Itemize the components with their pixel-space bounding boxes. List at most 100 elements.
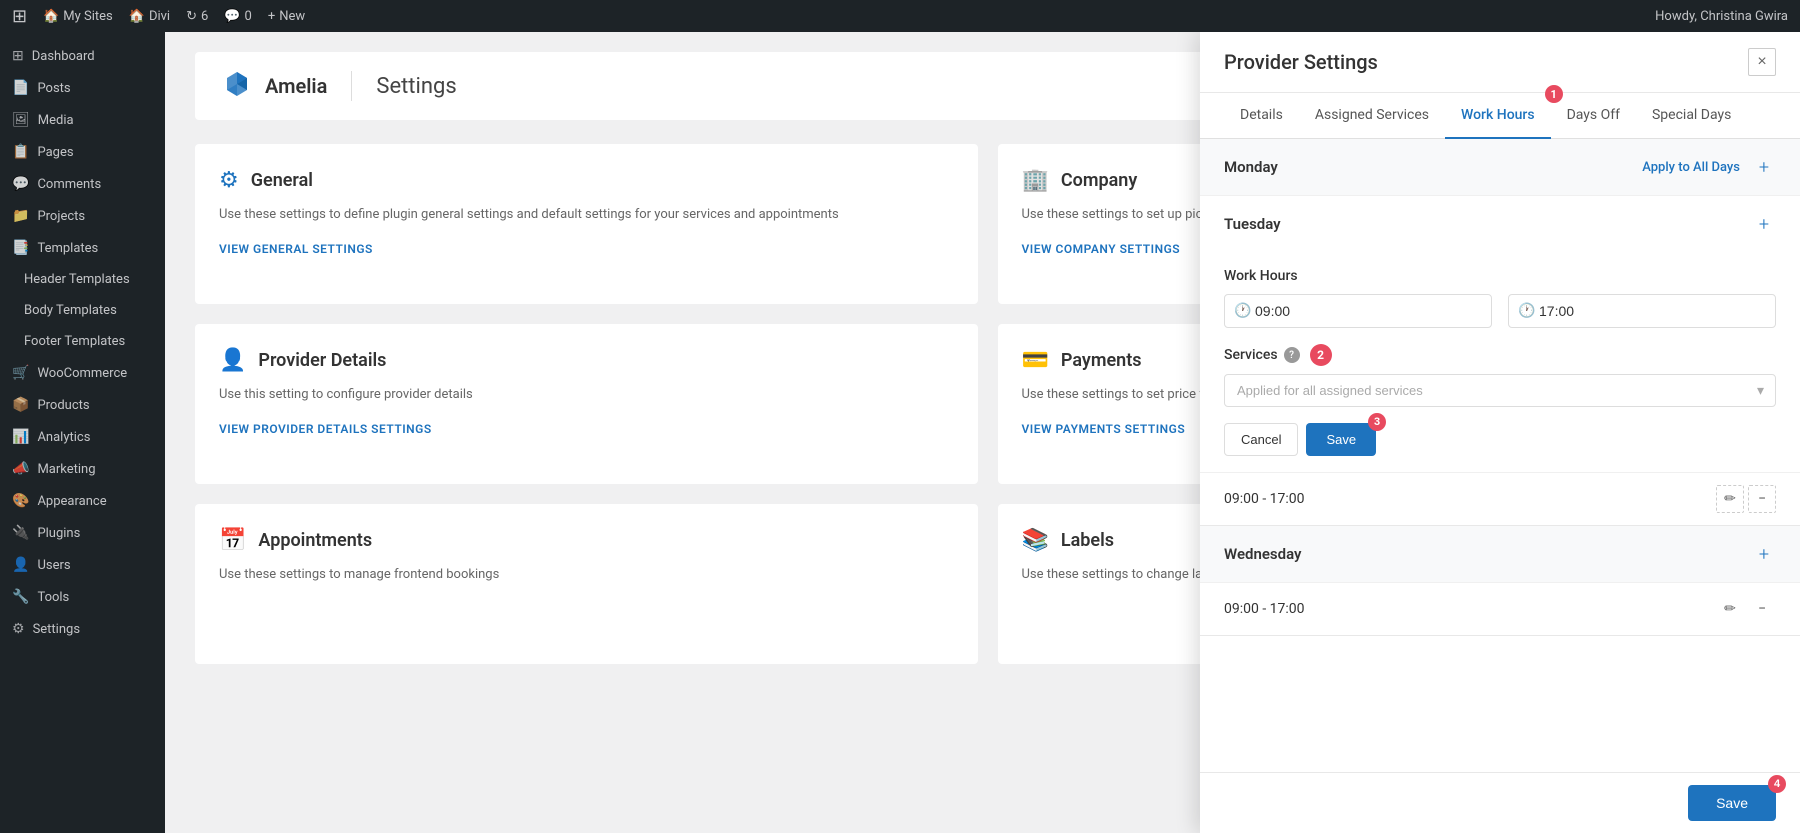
comments-icon: 💬 (224, 9, 240, 24)
services-select-wrap: Applied for all assigned services ▾ (1224, 374, 1776, 407)
woocommerce-icon: 🛒 (12, 365, 29, 381)
clock-start-icon: 🕐 (1234, 303, 1251, 319)
plugins-icon: 🔌 (12, 525, 29, 541)
media-icon: 🖼 (12, 112, 30, 128)
panel-tabs: Details Assigned Services Work Hours 1 D… (1200, 93, 1800, 139)
panel-save-button[interactable]: Save 4 (1688, 785, 1776, 821)
tuesday-add-button[interactable]: + (1752, 212, 1776, 236)
apply-all-days-link[interactable]: Apply to All Days (1642, 160, 1740, 175)
tuesday-label: Tuesday (1224, 215, 1281, 233)
admin-bar-comments[interactable]: 💬 0 (224, 9, 252, 24)
wednesday-slot-delete-button[interactable]: − (1748, 595, 1776, 623)
wednesday-add-button[interactable]: + (1752, 542, 1776, 566)
card-header-provider: 👤 Provider Details (219, 348, 954, 373)
company-icon: 🏢 (1022, 168, 1049, 193)
time-inputs: 🕐 🕐 (1224, 294, 1776, 328)
sidebar-item-marketing[interactable]: 📣 Marketing (0, 453, 165, 485)
sidebar-item-dashboard[interactable]: ⊞ Dashboard (0, 40, 165, 72)
tab-days-off[interactable]: Days Off (1551, 93, 1636, 139)
comments-nav-icon: 💬 (12, 176, 29, 192)
monday-slot-actions: ✏ − (1716, 485, 1776, 513)
general-title: General (251, 170, 313, 191)
monday-slot-delete-button[interactable]: − (1748, 485, 1776, 513)
appearance-icon: 🎨 (12, 493, 29, 509)
appointments-icon: 📅 (219, 528, 246, 553)
tab-assigned-services[interactable]: Assigned Services (1299, 93, 1445, 139)
monday-time-slot: 09:00 - 17:00 ✏ − (1200, 472, 1800, 525)
sidebar-item-header-templates[interactable]: Header Templates (0, 264, 165, 295)
wednesday-time-slot: 09:00 - 17:00 ✏ − (1200, 582, 1800, 635)
provider-link[interactable]: VIEW PROVIDER DETAILS SETTINGS (219, 422, 432, 436)
header-divider (351, 71, 352, 101)
provider-icon: 👤 (219, 348, 246, 373)
sidebar-item-posts[interactable]: 📄 Posts (0, 72, 165, 104)
end-time-wrap: 🕐 (1508, 294, 1776, 328)
sidebar-item-media[interactable]: 🖼 Media (0, 104, 165, 136)
work-hours-form-label: Work Hours (1224, 268, 1776, 284)
settings-icon: ⚙ (12, 621, 25, 637)
sidebar-item-settings[interactable]: ⚙ Settings (0, 613, 165, 645)
admin-bar-my-sites[interactable]: 🏠 My Sites (43, 9, 113, 24)
panel-header: Provider Settings × (1200, 32, 1800, 93)
sidebar-item-analytics[interactable]: 📊 Analytics (0, 421, 165, 453)
payments-title: Payments (1061, 350, 1142, 371)
tab-special-days[interactable]: Special Days (1636, 93, 1747, 139)
company-link[interactable]: VIEW COMPANY SETTINGS (1022, 242, 1181, 256)
sidebar-item-appearance[interactable]: 🎨 Appearance (0, 485, 165, 517)
form-actions: Cancel Save 3 (1224, 423, 1776, 456)
monday-label: Monday (1224, 158, 1278, 176)
sidebar-item-tools[interactable]: 🔧 Tools (0, 581, 165, 613)
products-icon: 📦 (12, 397, 29, 413)
general-desc: Use these settings to define plugin gene… (219, 205, 954, 225)
sidebar: ⊞ Dashboard 📄 Posts 🖼 Media 📋 Pages 💬 Co… (0, 32, 165, 833)
end-time-input[interactable] (1508, 294, 1776, 328)
sidebar-item-templates[interactable]: 📑 Templates (0, 232, 165, 264)
amelia-logo: Amelia (219, 68, 327, 104)
admin-bar-divi[interactable]: 🏠 Divi (129, 9, 170, 24)
wp-logo-icon[interactable]: ⊞ (12, 6, 27, 27)
sidebar-item-users[interactable]: 👤 Users (0, 549, 165, 581)
wednesday-slot-time: 09:00 - 17:00 (1224, 601, 1305, 617)
monday-slot-edit-button[interactable]: ✏ (1716, 485, 1744, 513)
wednesday-slot-edit-button[interactable]: ✏ (1716, 595, 1744, 623)
sidebar-item-footer-templates[interactable]: Footer Templates (0, 326, 165, 357)
monday-actions: Apply to All Days + (1642, 155, 1776, 179)
wednesday-slot-actions: ✏ − (1716, 595, 1776, 623)
start-time-input[interactable] (1224, 294, 1492, 328)
save-slot-button[interactable]: Save 3 (1306, 423, 1376, 456)
services-select[interactable]: Applied for all assigned services (1224, 374, 1776, 407)
labels-title: Labels (1061, 530, 1114, 551)
services-help-icon[interactable]: ? (1284, 347, 1300, 363)
templates-icon: 📑 (12, 240, 29, 256)
sidebar-item-products[interactable]: 📦 Products (0, 389, 165, 421)
sidebar-item-woocommerce[interactable]: 🛒 WooCommerce (0, 357, 165, 389)
appointments-title: Appointments (258, 530, 372, 551)
admin-bar-updates[interactable]: ↻ 6 (186, 9, 208, 24)
panel-body: Monday Apply to All Days + Tuesday + (1200, 139, 1800, 772)
sidebar-item-plugins[interactable]: 🔌 Plugins (0, 517, 165, 549)
payments-link[interactable]: VIEW PAYMENTS SETTINGS (1022, 422, 1186, 436)
monday-add-button[interactable]: + (1752, 155, 1776, 179)
day-header-wednesday: Wednesday + (1200, 526, 1800, 582)
admin-bar-new[interactable]: + New (268, 9, 305, 24)
amelia-logo-icon (219, 68, 255, 104)
panel-footer: Save 4 (1200, 772, 1800, 833)
sidebar-item-body-templates[interactable]: Body Templates (0, 295, 165, 326)
tools-icon: 🔧 (12, 589, 29, 605)
cancel-button[interactable]: Cancel (1224, 423, 1298, 456)
content-area: Amelia Settings ⚙ General Use these sett… (165, 32, 1800, 833)
sidebar-item-comments[interactable]: 💬 Comments (0, 168, 165, 200)
sidebar-item-pages[interactable]: 📋 Pages (0, 136, 165, 168)
footer-save-badge-4: 4 (1768, 775, 1786, 793)
tab-details[interactable]: Details (1224, 93, 1299, 139)
general-link[interactable]: VIEW GENERAL SETTINGS (219, 242, 373, 256)
wednesday-actions: + (1752, 542, 1776, 566)
sidebar-item-projects[interactable]: 📁 Projects (0, 200, 165, 232)
wednesday-label: Wednesday (1224, 545, 1301, 563)
day-header-tuesday-inner: Tuesday + (1200, 195, 1800, 252)
tab-work-hours[interactable]: Work Hours 1 (1445, 93, 1551, 139)
main-layout: ⊞ Dashboard 📄 Posts 🖼 Media 📋 Pages 💬 Co… (0, 32, 1800, 833)
tuesday-actions: + (1752, 212, 1776, 236)
panel-close-button[interactable]: × (1748, 48, 1776, 76)
analytics-icon: 📊 (12, 429, 29, 445)
